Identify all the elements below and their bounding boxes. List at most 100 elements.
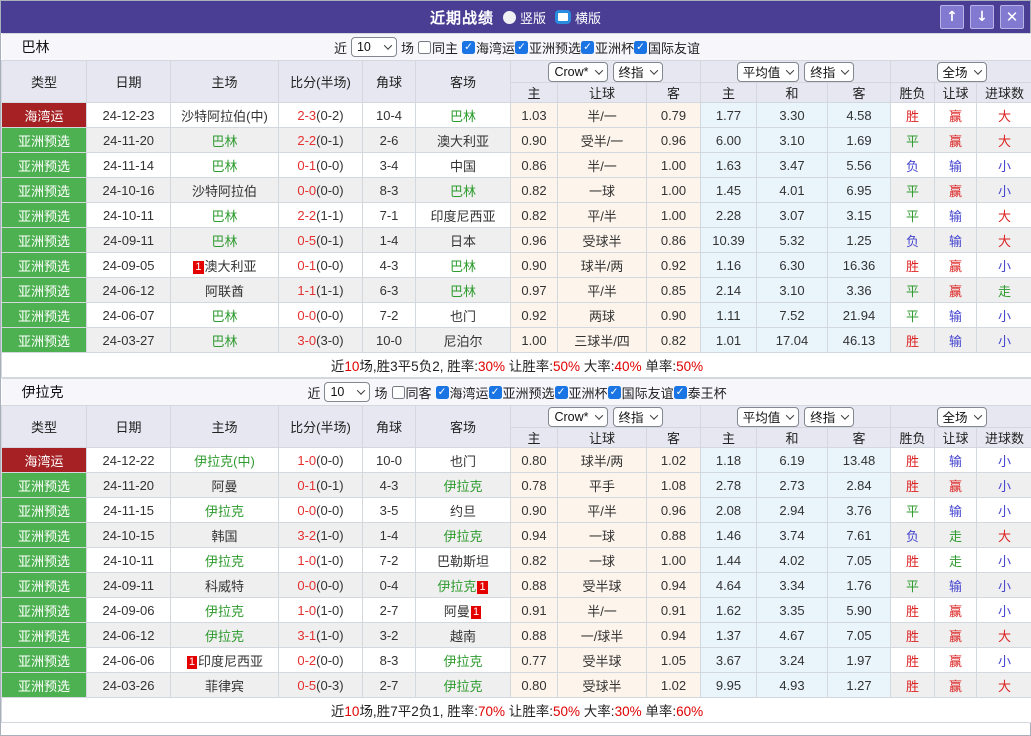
matches-count-select[interactable]: 10 — [324, 382, 370, 402]
home-team-cell: 伊拉克 — [171, 498, 279, 523]
asia-odds-stage-select[interactable]: 终指 — [613, 407, 663, 427]
checkbox-checked-icon[interactable]: ✓ — [555, 386, 568, 399]
radio-selected-icon[interactable] — [555, 10, 571, 24]
europe-home-odds: 2.78 — [701, 473, 757, 498]
scroll-up-button[interactable]: ↑ — [940, 5, 964, 29]
home-team-cell: 1澳大利亚 — [171, 253, 279, 278]
away-team-cell: 伊拉克 — [416, 648, 511, 673]
result-winloss: 平 — [891, 203, 935, 228]
asia-odds-book-select[interactable]: Crow* — [548, 407, 607, 427]
league-filter-3[interactable]: ✓国际友谊 — [634, 38, 700, 57]
result-winloss: 平 — [891, 303, 935, 328]
result-handicap: 赢 — [935, 673, 977, 698]
score-cell: 0-0(0-0) — [279, 178, 363, 203]
same-venue-label: 同主 — [432, 38, 458, 57]
result-handicap: 输 — [935, 228, 977, 253]
layout-option-vertical[interactable]: 竖版 — [503, 8, 546, 27]
summary-segment: 30% — [478, 359, 505, 374]
match-type-badge: 亚洲预选 — [2, 128, 87, 153]
asia-home-odds: 0.82 — [511, 548, 558, 573]
checkbox-checked-icon[interactable]: ✓ — [462, 41, 475, 54]
checkbox-checked-icon[interactable]: ✓ — [436, 386, 449, 399]
europe-odds-book-select[interactable]: 平均值 — [737, 62, 800, 82]
checkbox-checked-icon[interactable]: ✓ — [674, 386, 687, 399]
match-row: 亚洲预选24-11-15伊拉克0-0(0-0)3-5约旦0.90平/半0.962… — [2, 498, 1031, 523]
scroll-down-button[interactable]: ↓ — [970, 5, 994, 29]
away-team-name: 伊拉克 — [443, 479, 482, 494]
europe-home-odds: 1.62 — [701, 598, 757, 623]
checkbox-checked-icon[interactable]: ✓ — [608, 386, 621, 399]
fulltime-scope-select[interactable]: 全场 — [937, 407, 987, 427]
checkbox-unchecked-icon[interactable] — [392, 386, 405, 399]
home-team-name: 澳大利亚 — [205, 259, 257, 274]
subcol-asia_cols-1: 让球 — [558, 428, 647, 448]
result-handicap: 赢 — [935, 128, 977, 153]
europe-odds-book-select[interactable]: 平均值 — [737, 407, 800, 427]
away-team-cell: 阿曼1 — [416, 598, 511, 623]
subcol-result_cols-2: 进球数 — [977, 428, 1031, 448]
col-away: 客场 — [416, 406, 511, 448]
col-home: 主场 — [171, 406, 279, 448]
match-date: 24-11-15 — [87, 498, 171, 523]
checkbox-checked-icon[interactable]: ✓ — [515, 41, 528, 54]
summary-segment: 场,胜7平2负1, 胜率: — [359, 704, 478, 719]
col-score: 比分(半场) — [279, 61, 363, 103]
match-row: 亚洲预选24-06-12阿联酋1-1(1-1)6-3巴林0.97平/半0.852… — [2, 278, 1031, 303]
league-filter-2[interactable]: ✓亚洲杯 — [581, 38, 634, 57]
layout-option-horizontal[interactable]: 横版 — [555, 8, 601, 27]
asia-handicap: 受球半 — [558, 673, 647, 698]
asia-odds-group: Crow* 终指 — [511, 406, 701, 428]
asia-home-odds: 0.80 — [511, 673, 558, 698]
result-handicap: 赢 — [935, 623, 977, 648]
europe-home-odds: 1.46 — [701, 523, 757, 548]
radio-unselected-icon[interactable] — [503, 11, 516, 24]
asia-away-odds: 0.96 — [647, 498, 701, 523]
match-row: 亚洲预选24-10-11伊拉克1-0(1-0)7-2巴勒斯坦0.82一球1.00… — [2, 548, 1031, 573]
europe-odds-stage-select[interactable]: 终指 — [804, 62, 854, 82]
matches-count-select[interactable]: 10 — [351, 37, 397, 57]
fulltime-scope-select[interactable]: 全场 — [937, 62, 987, 82]
europe-draw-odds: 3.10 — [757, 128, 828, 153]
league-filter-2[interactable]: ✓亚洲杯 — [555, 383, 608, 402]
asia-home-odds: 0.80 — [511, 448, 558, 473]
asia-handicap: 半/一 — [558, 153, 647, 178]
subcol-result_cols-0: 胜负 — [891, 428, 935, 448]
corner-count: 0-4 — [363, 573, 416, 598]
europe-odds-stage-select[interactable]: 终指 — [804, 407, 854, 427]
result-goals: 大 — [977, 128, 1031, 153]
home-team-name: 阿曼 — [211, 479, 237, 494]
match-type-badge: 亚洲预选 — [2, 473, 87, 498]
away-team-cell: 巴林 — [416, 278, 511, 303]
asia-odds-book-select[interactable]: Crow* — [548, 62, 607, 82]
asia-home-odds: 0.78 — [511, 473, 558, 498]
checkbox-checked-icon[interactable]: ✓ — [634, 41, 647, 54]
away-team-name: 约旦 — [450, 504, 476, 519]
asia-home-odds: 0.90 — [511, 128, 558, 153]
checkbox-checked-icon[interactable]: ✓ — [489, 386, 502, 399]
result-handicap: 走 — [935, 548, 977, 573]
league-filter-1[interactable]: ✓亚洲预选 — [515, 38, 581, 57]
league-label: 国际友谊 — [622, 383, 674, 402]
same-venue-filter[interactable]: 同客 — [392, 383, 432, 402]
league-filter-1[interactable]: ✓亚洲预选 — [489, 383, 555, 402]
result-goals: 大 — [977, 203, 1031, 228]
asia-odds-stage-select[interactable]: 终指 — [613, 62, 663, 82]
summary-row: 近10场,胜7平2负1, 胜率:70% 让胜率:50% 大率:30% 单率:60… — [2, 698, 1031, 723]
league-filter-4[interactable]: ✓泰王杯 — [674, 383, 727, 402]
checkbox-checked-icon[interactable]: ✓ — [581, 41, 594, 54]
result-handicap: 赢 — [935, 253, 977, 278]
home-team-cell: 巴林 — [171, 328, 279, 353]
same-venue-filter[interactable]: 同主 — [418, 38, 458, 57]
match-row: 亚洲预选24-11-20巴林2-2(0-1)2-6澳大利亚0.90受半/一0.9… — [2, 128, 1031, 153]
match-row: 亚洲预选24-09-11科威特0-0(0-0)0-4伊拉克10.88受半球0.9… — [2, 573, 1031, 598]
checkbox-unchecked-icon[interactable] — [418, 41, 431, 54]
league-filter-0[interactable]: ✓海湾运 — [436, 383, 489, 402]
arrow-down-icon: ↓ — [976, 9, 988, 25]
europe-home-odds: 2.14 — [701, 278, 757, 303]
home-team-cell: 巴林 — [171, 203, 279, 228]
league-filter-0[interactable]: ✓海湾运 — [462, 38, 515, 57]
subcol-result_cols-0: 胜负 — [891, 83, 935, 103]
close-button[interactable]: ✕ — [1000, 5, 1024, 29]
league-filter-3[interactable]: ✓国际友谊 — [608, 383, 674, 402]
summary-segment: 单率: — [642, 704, 677, 719]
